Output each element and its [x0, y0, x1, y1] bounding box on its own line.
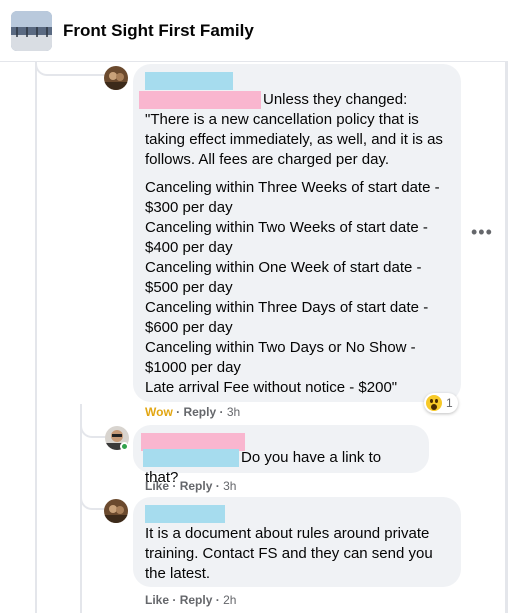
policy-line: $600 per day: [145, 319, 233, 336]
policy-line: $500 per day: [145, 279, 233, 296]
reply-button[interactable]: Reply: [180, 479, 213, 493]
comment-time[interactable]: 3h: [223, 479, 236, 493]
thread-connector: [35, 62, 105, 76]
like-button[interactable]: Like: [145, 479, 169, 493]
wow-reaction-icon: [426, 395, 442, 411]
policy-line: $400 per day: [145, 239, 233, 256]
thread-connector: [80, 480, 106, 510]
comment-intro: Unless they changed:: [263, 91, 408, 108]
commenter-avatar[interactable]: [104, 66, 128, 90]
thread-line: [35, 62, 37, 613]
redacted-name: [145, 72, 233, 91]
redacted-name: [145, 505, 225, 524]
comment-bubble: Unless they changed: "There is a new can…: [133, 64, 461, 402]
commenter-avatar[interactable]: [104, 499, 128, 523]
policy-line: Canceling within Two Days or No Show -: [145, 339, 416, 356]
wow-button[interactable]: Wow: [145, 405, 173, 419]
like-button[interactable]: Like: [145, 593, 169, 607]
comment-bubble: It is a document about rules around priv…: [133, 497, 461, 587]
policy-line: $300 per day: [145, 199, 233, 216]
thread-line-sub: [80, 404, 82, 613]
comment-actions: Wow · Reply · 3h: [145, 405, 241, 419]
policy-line: Canceling within One Week of start date …: [145, 259, 422, 276]
policy-line: Canceling within Three Weeks of start da…: [145, 179, 440, 196]
more-horizontal-icon[interactable]: •••: [471, 222, 493, 243]
policy-line: $1000 per day: [145, 359, 241, 376]
policy-line: Late arrival Fee without notice - $200": [145, 379, 398, 396]
group-title[interactable]: Front Sight First Family: [63, 21, 254, 41]
reply-button[interactable]: Reply: [183, 405, 216, 419]
policy-line: Canceling within Two Weeks of start date…: [145, 219, 428, 236]
commenter-name[interactable]: [145, 71, 449, 91]
commenter-name[interactable]: [141, 432, 417, 452]
comment-text: It is a document about rules around priv…: [145, 525, 433, 582]
group-header: Front Sight First Family: [0, 0, 508, 62]
thread-connector: [80, 410, 106, 438]
comment-actions: Like · Reply · 3h: [145, 479, 237, 493]
policy-line: Canceling within Three Days of start dat…: [145, 299, 429, 316]
redacted-mention: [139, 91, 261, 110]
comment-actions: Like · Reply · 2h: [145, 593, 237, 607]
comment-time[interactable]: 2h: [223, 593, 236, 607]
comment-time[interactable]: 3h: [227, 405, 240, 419]
commenter-name[interactable]: [145, 504, 449, 524]
reply-button[interactable]: Reply: [180, 593, 213, 607]
comment-paragraph: "There is a new cancellation policy that…: [145, 111, 443, 168]
reaction-summary[interactable]: 1: [424, 393, 458, 413]
group-avatar[interactable]: [11, 11, 52, 51]
comment-bubble: Do you have a link to that?: [133, 425, 429, 486]
redacted-mention: [143, 449, 239, 468]
reaction-count: 1: [446, 396, 453, 410]
online-status-icon: [120, 442, 129, 451]
